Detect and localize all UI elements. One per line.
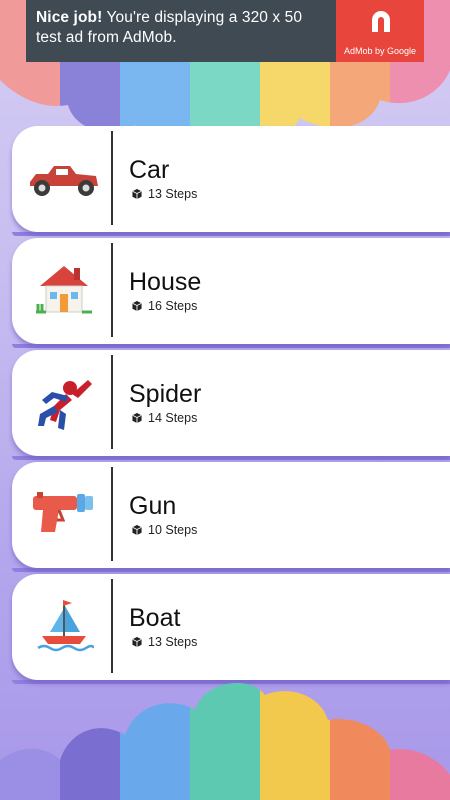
item-steps: 16 Steps	[131, 299, 197, 313]
item-steps: 13 Steps	[131, 635, 197, 649]
item-title: Gun	[129, 492, 177, 520]
steps-label: 13 Steps	[148, 635, 198, 649]
item-title: Car	[129, 156, 170, 184]
car-thumbnail	[17, 131, 113, 225]
house-thumbnail	[17, 243, 113, 337]
admob-brand: AdMob by Google	[343, 46, 417, 56]
list-item-house[interactable]: House 16 Steps	[12, 238, 450, 348]
ad-banner[interactable]: Nice job! You're displaying a 320 x 50 t…	[26, 0, 424, 62]
item-steps: 13 Steps	[131, 187, 197, 201]
steps-label: 10 Steps	[148, 523, 198, 537]
car-icon	[30, 166, 98, 196]
steps-label: 16 Steps	[148, 299, 198, 313]
admob-logo[interactable]: AdMob by Google	[336, 0, 424, 62]
item-steps: 10 Steps	[131, 523, 197, 537]
cube-icon	[131, 524, 143, 536]
ad-headline: Nice job!	[36, 9, 103, 26]
house-icon	[36, 266, 92, 314]
item-title: House	[129, 268, 202, 296]
spider-thumbnail	[17, 355, 113, 449]
steps-label: 13 Steps	[148, 187, 198, 201]
cube-icon	[131, 412, 143, 424]
boat-icon	[37, 600, 94, 652]
gun-thumbnail	[17, 467, 113, 561]
cube-icon	[131, 636, 143, 648]
gun-icon	[33, 492, 93, 532]
admob-icon	[372, 11, 390, 32]
spider-icon	[38, 380, 92, 430]
list-item-car[interactable]: Car 13 Steps	[12, 126, 450, 236]
list-item-gun[interactable]: Gun 10 Steps	[12, 462, 450, 572]
list-item-spider[interactable]: Spider 14 Steps	[12, 350, 450, 460]
steps-label: 14 Steps	[148, 411, 198, 425]
ad-text: Nice job! You're displaying a 320 x 50 t…	[26, 0, 336, 62]
item-steps: 14 Steps	[131, 411, 197, 425]
project-list: Car 13 Steps House 16 Steps Spider 14 St…	[12, 126, 450, 686]
item-title: Boat	[129, 604, 181, 632]
bottom-cloud-decoration	[0, 683, 450, 800]
item-title: Spider	[129, 380, 202, 408]
cube-icon	[131, 188, 143, 200]
cube-icon	[131, 300, 143, 312]
